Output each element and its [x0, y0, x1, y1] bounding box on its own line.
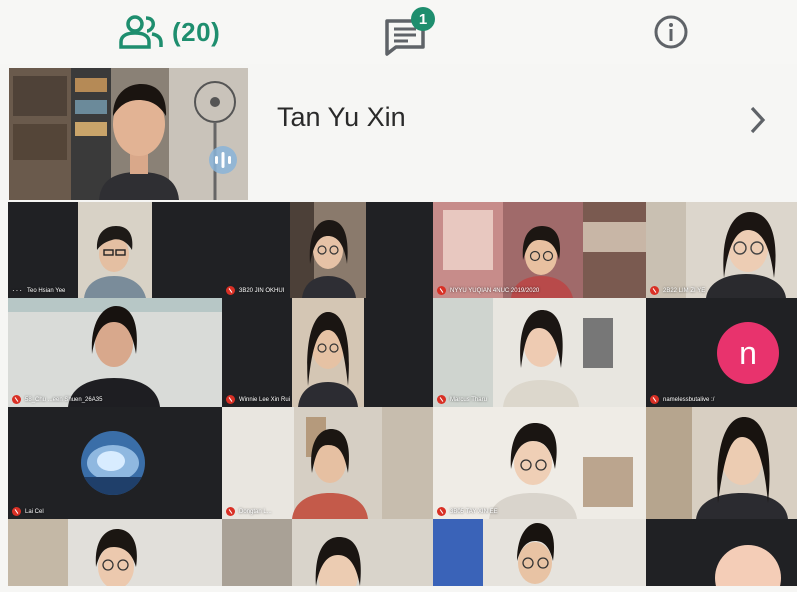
- mic-off-icon: [12, 507, 21, 516]
- participant-name-label: Marcus Tharu: [437, 395, 487, 404]
- participant-tile[interactable]: Marcus Tharu: [433, 298, 646, 407]
- participant-avatar: [81, 431, 145, 495]
- participant-name-label: NYYU YUQIAN 4NUC 2019/2020: [437, 286, 539, 295]
- mic-off-icon: [650, 286, 659, 295]
- speaking-indicator-icon: [209, 146, 237, 174]
- participant-tile[interactable]: [646, 519, 797, 586]
- participant-name-label: Lai Cel: [12, 507, 44, 516]
- mic-off-icon: [437, 395, 446, 404]
- participant-name-label: ··· Teo Hsian Yee: [12, 286, 66, 295]
- participant-video-grid: ··· Teo Hsian Yee 3B20 JIN OKHUI NYYU YU…: [8, 202, 797, 586]
- participant-tile[interactable]: n namelessbutalive :/: [646, 298, 797, 407]
- participant-tile[interactable]: [8, 519, 222, 586]
- participant-tile[interactable]: NYYU YUQIAN 4NUC 2019/2020: [433, 202, 646, 298]
- participant-tile[interactable]: 58_Chu ...een Shuen_26A35: [8, 298, 222, 407]
- chat-button[interactable]: 1: [384, 6, 448, 56]
- participant-tile[interactable]: Lai Cel: [8, 407, 222, 519]
- chevron-right-icon[interactable]: [747, 104, 769, 136]
- more-options-icon[interactable]: ···: [12, 286, 23, 295]
- mic-off-icon: [226, 286, 235, 295]
- mic-off-icon: [437, 286, 446, 295]
- people-icon: [119, 15, 163, 49]
- participant-avatar: n: [717, 322, 779, 384]
- info-icon: [654, 15, 688, 49]
- participant-tile[interactable]: Dongtan L...: [222, 407, 433, 519]
- participant-tile[interactable]: [646, 407, 797, 519]
- participant-name-label: namelessbutalive :/: [650, 395, 714, 404]
- participants-button[interactable]: (20): [118, 14, 220, 50]
- participant-tile[interactable]: ··· Teo Hsian Yee: [8, 202, 222, 298]
- meeting-toolbar: (20) 1: [0, 0, 797, 64]
- participant-tile[interactable]: [222, 519, 433, 586]
- pinned-presenter-row[interactable]: Tan Yu Xin: [0, 66, 797, 200]
- participant-tile[interactable]: Winnie Lee Xin Rui: [222, 298, 433, 407]
- mic-off-icon: [226, 395, 235, 404]
- participant-name-label: 3B20 JIN OKHUI: [226, 286, 284, 295]
- mic-off-icon: [12, 395, 21, 404]
- participant-tile[interactable]: 3B20 JIN OKHUI: [222, 202, 433, 298]
- meeting-info-button[interactable]: [653, 14, 689, 50]
- participant-tile[interactable]: [433, 519, 646, 586]
- participant-count: (20): [172, 16, 221, 47]
- mic-off-icon: [437, 507, 446, 516]
- participant-avatar: [715, 545, 781, 586]
- participant-tile[interactable]: 2B22 LIM ZI YE: [646, 202, 797, 298]
- participant-name-label: Winnie Lee Xin Rui: [226, 395, 290, 404]
- participant-name-label: 58_Chu ...een Shuen_26A35: [12, 395, 102, 404]
- participant-name-label: 3B05 TAY XIN EE: [437, 507, 498, 516]
- participant-name-label: 2B22 LIM ZI YE: [650, 286, 705, 295]
- presenter-video: [9, 68, 248, 200]
- presenter-name: Tan Yu Xin: [277, 102, 406, 132]
- participant-tile[interactable]: 3B05 TAY XIN EE: [433, 407, 646, 519]
- mic-off-icon: [650, 395, 659, 404]
- mic-off-icon: [226, 507, 235, 516]
- chat-unread-badge: 1: [411, 7, 435, 31]
- participant-name-label: Dongtan L...: [226, 507, 272, 516]
